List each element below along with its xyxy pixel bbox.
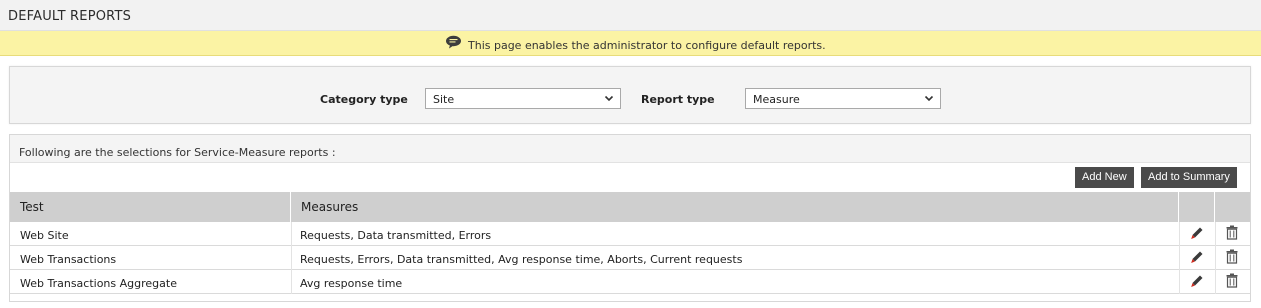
column-header-test: Test bbox=[10, 192, 291, 222]
trash-icon[interactable] bbox=[1226, 273, 1238, 288]
table-row: Web Site Requests, Data transmitted, Err… bbox=[10, 222, 1250, 246]
pencil-icon[interactable] bbox=[1190, 274, 1204, 289]
test-cell: Web Site bbox=[20, 229, 69, 242]
add-new-button[interactable]: Add New bbox=[1075, 167, 1134, 188]
chevron-down-icon bbox=[604, 95, 614, 102]
page-title: DEFAULT REPORTS bbox=[8, 9, 132, 24]
category-type-label: Category type bbox=[320, 93, 408, 106]
column-header-measures: Measures bbox=[291, 192, 1179, 222]
chevron-down-icon bbox=[924, 95, 934, 102]
test-cell: Web Transactions bbox=[20, 253, 117, 266]
report-type-select[interactable]: Measure bbox=[745, 88, 941, 109]
filter-panel: Category type Site Report type Measure bbox=[9, 66, 1251, 124]
category-type-select[interactable]: Site bbox=[425, 88, 621, 109]
report-type-value: Measure bbox=[753, 93, 800, 106]
column-divider bbox=[1215, 246, 1216, 270]
report-type-label: Report type bbox=[641, 93, 715, 106]
measures-cell: Avg response time bbox=[300, 277, 403, 290]
category-type-value: Site bbox=[433, 93, 455, 106]
table-row: Web Transactions Requests, Errors, Data … bbox=[10, 246, 1250, 270]
trash-icon[interactable] bbox=[1226, 249, 1238, 264]
info-message: This page enables the administrator to c… bbox=[468, 39, 826, 52]
trash-icon[interactable] bbox=[1226, 225, 1238, 240]
table-row: Web Transactions Aggregate Avg response … bbox=[10, 270, 1250, 294]
column-divider bbox=[1179, 222, 1180, 246]
column-header-delete bbox=[1215, 192, 1250, 222]
test-cell: Web Transactions Aggregate bbox=[20, 277, 177, 290]
pencil-icon[interactable] bbox=[1190, 226, 1204, 241]
info-bar: This page enables the administrator to c… bbox=[0, 31, 1261, 56]
results-caption-bar: Following are the selections for Service… bbox=[10, 135, 1250, 163]
measures-cell: Requests, Errors, Data transmitted, Avg … bbox=[300, 253, 743, 266]
column-divider bbox=[1179, 246, 1180, 270]
results-caption: Following are the selections for Service… bbox=[19, 146, 336, 159]
speech-bubble-icon bbox=[446, 35, 461, 49]
column-header-edit bbox=[1179, 192, 1215, 222]
add-to-summary-button[interactable]: Add to Summary bbox=[1141, 167, 1237, 188]
table-header: Test Measures bbox=[10, 192, 1250, 222]
column-divider bbox=[1215, 270, 1216, 294]
column-divider bbox=[1215, 222, 1216, 246]
pencil-icon[interactable] bbox=[1190, 250, 1204, 265]
results-panel: Following are the selections for Service… bbox=[9, 134, 1251, 302]
measures-cell: Requests, Data transmitted, Errors bbox=[300, 229, 492, 242]
page-header: DEFAULT REPORTS bbox=[0, 0, 1261, 31]
column-divider bbox=[1179, 270, 1180, 294]
